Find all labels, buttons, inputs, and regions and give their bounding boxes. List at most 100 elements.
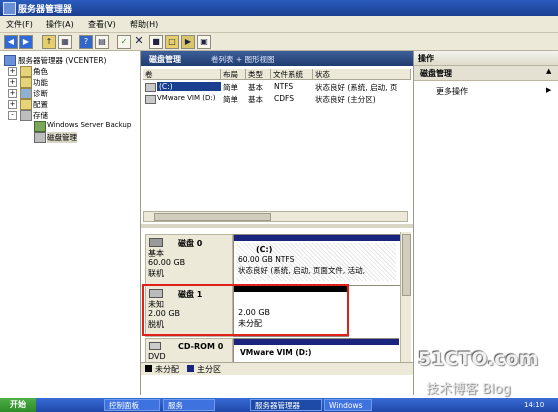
- partition-body: (C:) 60.00 GB NTFS 状态良好 (系统, 启动, 页面文件, 活…: [236, 243, 396, 281]
- volume-status: 状态良好 (系统, 启动, 页: [315, 83, 398, 92]
- center-title: 磁盘管理: [149, 55, 181, 64]
- pane-splitter[interactable]: [141, 224, 413, 228]
- taskbar-item[interactable]: 控制面板: [104, 399, 160, 411]
- highlight-box: [142, 284, 349, 336]
- delete-icon[interactable]: ✕: [133, 35, 145, 47]
- taskbar-item[interactable]: 服务: [163, 399, 215, 411]
- forward-icon[interactable]: ▶: [19, 35, 33, 49]
- partition[interactable]: VMware VIM (D:): [233, 338, 399, 362]
- expander-configuration[interactable]: +: [8, 100, 17, 109]
- start-button[interactable]: 开始: [0, 398, 36, 412]
- properties-icon[interactable]: ▤: [95, 35, 109, 49]
- volume-name: VMware VIM (D:): [157, 94, 216, 102]
- volume-icon: [145, 95, 156, 104]
- features-icon: [20, 77, 32, 88]
- more-actions-link[interactable]: 更多操作: [436, 86, 468, 97]
- disk-state: 联机: [148, 269, 164, 278]
- column-header-filesystem[interactable]: 文件系统: [271, 69, 313, 80]
- taskbar: 开始 控制面板 服务 服务器管理器 Windows 14:10: [0, 398, 558, 412]
- menu-help[interactable]: 帮助(H): [130, 19, 158, 30]
- export-icon[interactable]: ■: [149, 35, 163, 49]
- disk-icon[interactable]: ▣: [197, 35, 211, 49]
- expander-features[interactable]: +: [8, 78, 17, 87]
- disk-type: DVD: [148, 352, 166, 361]
- volume-name: (C:): [157, 82, 221, 91]
- column-header-type[interactable]: 类型: [246, 69, 271, 80]
- diagnostics-icon: [20, 88, 32, 99]
- disk-management-icon: [34, 132, 46, 143]
- tree-item-windows-server-backup[interactable]: Windows Server Backup: [47, 121, 131, 129]
- volume-type: 基本: [248, 95, 263, 104]
- more-actions-arrow-icon[interactable]: ▶: [546, 86, 551, 94]
- console-tree-icon[interactable]: ▦: [58, 35, 72, 49]
- scroll-thumb[interactable]: [402, 234, 411, 296]
- menu-action[interactable]: 操作(A): [46, 19, 74, 30]
- tree-item-diagnostics[interactable]: 诊断: [33, 88, 48, 99]
- actions-title: 操作: [418, 54, 434, 63]
- taskbar-item[interactable]: 服务器管理器: [250, 399, 322, 411]
- menu-view[interactable]: 查看(V): [88, 19, 116, 30]
- tree-item-configuration[interactable]: 配置: [33, 99, 48, 110]
- help-icon[interactable]: ?: [79, 35, 93, 49]
- partition-detail: 60.00 GB NTFS: [238, 255, 295, 264]
- partition-color-bar: [234, 235, 400, 241]
- expander-storage[interactable]: -: [8, 111, 17, 120]
- expander-roles[interactable]: +: [8, 67, 17, 76]
- vertical-scrollbar[interactable]: [400, 232, 411, 370]
- legend-unallocated: 未分配: [155, 365, 179, 374]
- tree-item-disk-management[interactable]: 磁盘管理: [47, 132, 77, 143]
- backup-icon: [34, 121, 46, 132]
- volume-icon: [145, 83, 156, 92]
- clock: 14:10: [524, 401, 545, 409]
- console-tree: 服务器管理器 (VCENTER) + 角色 + 功能 + 诊断 + 配置 - 存…: [0, 51, 141, 395]
- disk-name: 磁盘 0: [178, 239, 203, 248]
- volume-layout: 简单: [223, 83, 238, 92]
- actions-pane: 操作 磁盘管理 ▲ 更多操作 ▶: [414, 51, 558, 395]
- rescan-icon[interactable]: ▶: [181, 35, 195, 49]
- roles-icon: [20, 66, 32, 77]
- collapse-icon[interactable]: ▲: [546, 67, 551, 75]
- tree-item-features[interactable]: 功能: [33, 77, 48, 88]
- actions-section-title: 磁盘管理: [420, 69, 452, 78]
- volume-fs: NTFS: [274, 82, 294, 91]
- volume-layout: 简单: [223, 95, 238, 104]
- volume-row[interactable]: VMware VIM (D:) 简单 基本 CDFS 状态良好 (主分区): [143, 94, 411, 105]
- open-icon[interactable]: □: [165, 35, 179, 49]
- view-label: 卷列表 + 图形视图: [211, 55, 275, 64]
- legend-unallocated-swatch: [145, 365, 152, 372]
- server-manager-icon: [3, 2, 16, 15]
- disk-row[interactable]: CD-ROM 0 DVD VMware VIM (D:): [145, 338, 399, 362]
- title-bar: 服务器管理器: [0, 0, 558, 16]
- disk-row[interactable]: 磁盘 0 基本 60.00 GB 联机 (C:) 60.00 GB NTFS 状…: [145, 234, 401, 286]
- tree-item-roles[interactable]: 角色: [33, 66, 48, 77]
- legend-primary-swatch: [187, 365, 194, 372]
- disk-label[interactable]: 磁盘 0 基本 60.00 GB 联机: [145, 234, 233, 286]
- refresh-icon[interactable]: ✓: [117, 35, 131, 49]
- horizontal-scrollbar[interactable]: [143, 211, 408, 222]
- server-icon: [4, 55, 16, 66]
- storage-icon: [20, 110, 32, 121]
- watermark-logo: 51CTO.com: [418, 348, 539, 370]
- tree-root[interactable]: 服务器管理器 (VCENTER): [18, 55, 106, 66]
- actions-section[interactable]: 磁盘管理 ▲: [414, 66, 558, 81]
- tree-item-storage[interactable]: 存储: [33, 110, 48, 121]
- window-title: 服务器管理器: [18, 5, 73, 15]
- column-header-layout[interactable]: 布局: [221, 69, 246, 80]
- partition[interactable]: (C:) 60.00 GB NTFS 状态良好 (系统, 启动, 页面文件, 活…: [233, 234, 401, 286]
- up-icon[interactable]: ↑: [42, 35, 56, 49]
- volume-type: 基本: [248, 83, 263, 92]
- disk-icon: [149, 238, 163, 247]
- back-icon[interactable]: ◀: [4, 35, 18, 49]
- start-label: 开始: [10, 400, 26, 409]
- cdrom-icon: [149, 342, 161, 350]
- volume-row[interactable]: (C:) 简单 基本 NTFS 状态良好 (系统, 启动, 页: [143, 82, 411, 93]
- menu-file[interactable]: 文件(F): [6, 19, 33, 30]
- column-header-status[interactable]: 状态: [313, 69, 411, 80]
- expander-diagnostics[interactable]: +: [8, 89, 17, 98]
- disk-label[interactable]: CD-ROM 0 DVD: [145, 338, 233, 362]
- column-header-volume[interactable]: 卷: [143, 69, 221, 80]
- volume-status: 状态良好 (主分区): [315, 95, 376, 104]
- toolbar: ◀ ▶ ↑ ▦ ? ▤ ✓ ✕ ■ □ ▶ ▣: [0, 33, 558, 51]
- taskbar-item[interactable]: Windows: [324, 399, 372, 411]
- scroll-thumb[interactable]: [154, 213, 271, 221]
